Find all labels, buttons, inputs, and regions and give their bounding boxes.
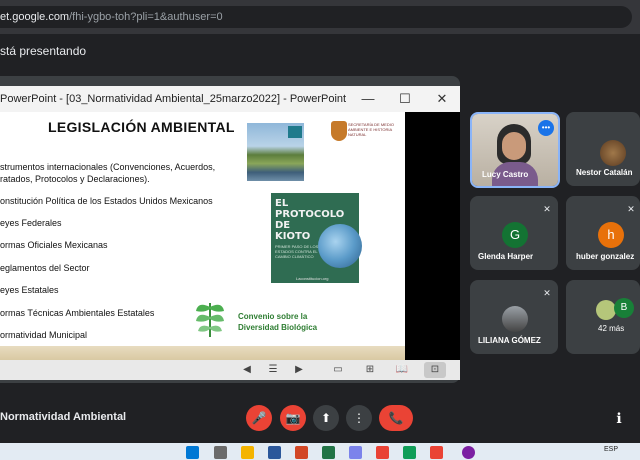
user-icon[interactable] (462, 446, 475, 459)
speaking-indicator-icon: ••• (538, 120, 554, 136)
slide-bottom-band (0, 346, 405, 360)
slide-item: ratados, Protocolos y Declaraciones). (0, 174, 150, 184)
avatar: G (502, 222, 528, 248)
participant-tile-nestor[interactable]: Nestor Catalán (566, 112, 640, 186)
slideshow-status-bar (0, 360, 460, 380)
slide-item: ormatividad Municipal (0, 330, 88, 340)
kioto-title: EL PROTOCOLO DE KIOTO (275, 198, 345, 242)
badge-icon (288, 126, 302, 138)
presenting-banner: stá presentando (0, 34, 640, 68)
present-button[interactable]: ⬆ (313, 405, 339, 431)
participant-name: Glenda Harper (478, 252, 534, 261)
file-explorer-icon[interactable] (241, 446, 254, 459)
minimize-button[interactable]: — (350, 86, 386, 112)
slide-item: onstitución Política de los Estados Unid… (0, 196, 213, 206)
mic-off-icon: ✕ (543, 288, 551, 298)
address-bar[interactable]: et.google.com/fhi-ygbo-toh?pli=1&authuse… (0, 6, 632, 28)
more-participants-tile[interactable]: B 42 más (566, 280, 640, 354)
sorter-view-icon[interactable]: ⊞ (362, 362, 378, 378)
slide-side-area (405, 112, 460, 360)
language-indicator[interactable]: ESP (604, 446, 618, 453)
app-icon[interactable] (430, 446, 443, 459)
slide-item: ormas Oficiales Mexicanas (0, 240, 108, 250)
avatar (596, 300, 616, 320)
next-slide-icon[interactable]: ▶ (291, 362, 307, 378)
chrome-icon[interactable] (376, 446, 389, 459)
search-icon[interactable] (214, 446, 227, 459)
semarnat-logo (331, 121, 347, 141)
normal-view-icon[interactable]: ▭ (330, 362, 346, 378)
participant-name: Nestor Catalán (576, 168, 633, 177)
more-options-button[interactable]: ⋮ (346, 405, 372, 431)
windows-taskbar (0, 443, 640, 460)
slide-title: LEGISLACIÓN AMBIENTAL (48, 119, 235, 135)
participant-tile-lucy[interactable]: ••• Lucy Castro (470, 112, 560, 188)
leave-call-button[interactable]: 📞 (379, 405, 413, 431)
participant-tile-liliana[interactable]: ✕ LILIANA GÓMEZ (470, 280, 558, 354)
more-count: 42 más (598, 324, 625, 333)
mic-toggle-button[interactable]: 🎤 (246, 405, 272, 431)
app-icon[interactable] (403, 446, 416, 459)
slide-menu-icon[interactable]: ☰ (265, 362, 281, 378)
prev-slide-icon[interactable]: ◀ (239, 362, 255, 378)
slide-item: eyes Federales (0, 218, 62, 228)
avatar (502, 306, 528, 332)
url-path: /fhi-ygbo-toh?pli=1&authuser=0 (69, 11, 223, 23)
url-domain: et.google.com (0, 11, 70, 23)
avatar: B (614, 298, 634, 318)
avatar (600, 140, 626, 166)
semarnat-text: SECRETARÍA DE MEDIO AMBIENTE E HISTORIA … (348, 122, 394, 137)
participant-name: Lucy Castro (482, 170, 529, 179)
excel-icon[interactable] (322, 446, 335, 459)
kioto-subtitle: PRIMER PASO DE LOS ESTADOS CONTRA EL CAM… (275, 244, 319, 259)
mic-off-icon: ✕ (543, 204, 551, 214)
leaf-logo-icon (196, 303, 224, 337)
slideshow-view-icon[interactable]: ⊡ (424, 362, 446, 378)
kioto-url: Laconstitucion.org (296, 276, 329, 281)
mic-off-icon: ✕ (627, 204, 635, 214)
teams-icon[interactable] (349, 446, 362, 459)
maximize-button[interactable]: ☐ (387, 86, 423, 112)
start-icon[interactable] (186, 446, 199, 459)
word-icon[interactable] (268, 446, 281, 459)
camera-toggle-button[interactable]: 📷 (280, 405, 306, 431)
slide-item: eglamentos del Sector (0, 263, 90, 273)
close-button[interactable]: ✕ (424, 86, 460, 112)
powerpoint-icon[interactable] (295, 446, 308, 459)
slide-item: ormas Técnicas Ambientales Estatales (0, 308, 155, 318)
person-face (502, 132, 526, 160)
reading-view-icon[interactable]: 📖 (394, 362, 410, 378)
info-icon[interactable]: ℹ (608, 405, 630, 431)
convenio-text: Convenio sobre la Diversidad Biológica (238, 312, 318, 332)
participant-name: huber gonzalez (576, 252, 635, 261)
participant-tile-glenda[interactable]: ✕ G Glenda Harper (470, 196, 558, 270)
meeting-title: Normatividad Ambiental (0, 411, 127, 423)
slide-item: eyes Estatales (0, 285, 59, 295)
participant-tile-huber[interactable]: ✕ h huber gonzalez (566, 196, 640, 270)
participant-name: LILIANA GÓMEZ (478, 336, 541, 345)
avatar: h (598, 222, 624, 248)
slide-item: strumentos internacionales (Convenciones… (0, 162, 216, 172)
